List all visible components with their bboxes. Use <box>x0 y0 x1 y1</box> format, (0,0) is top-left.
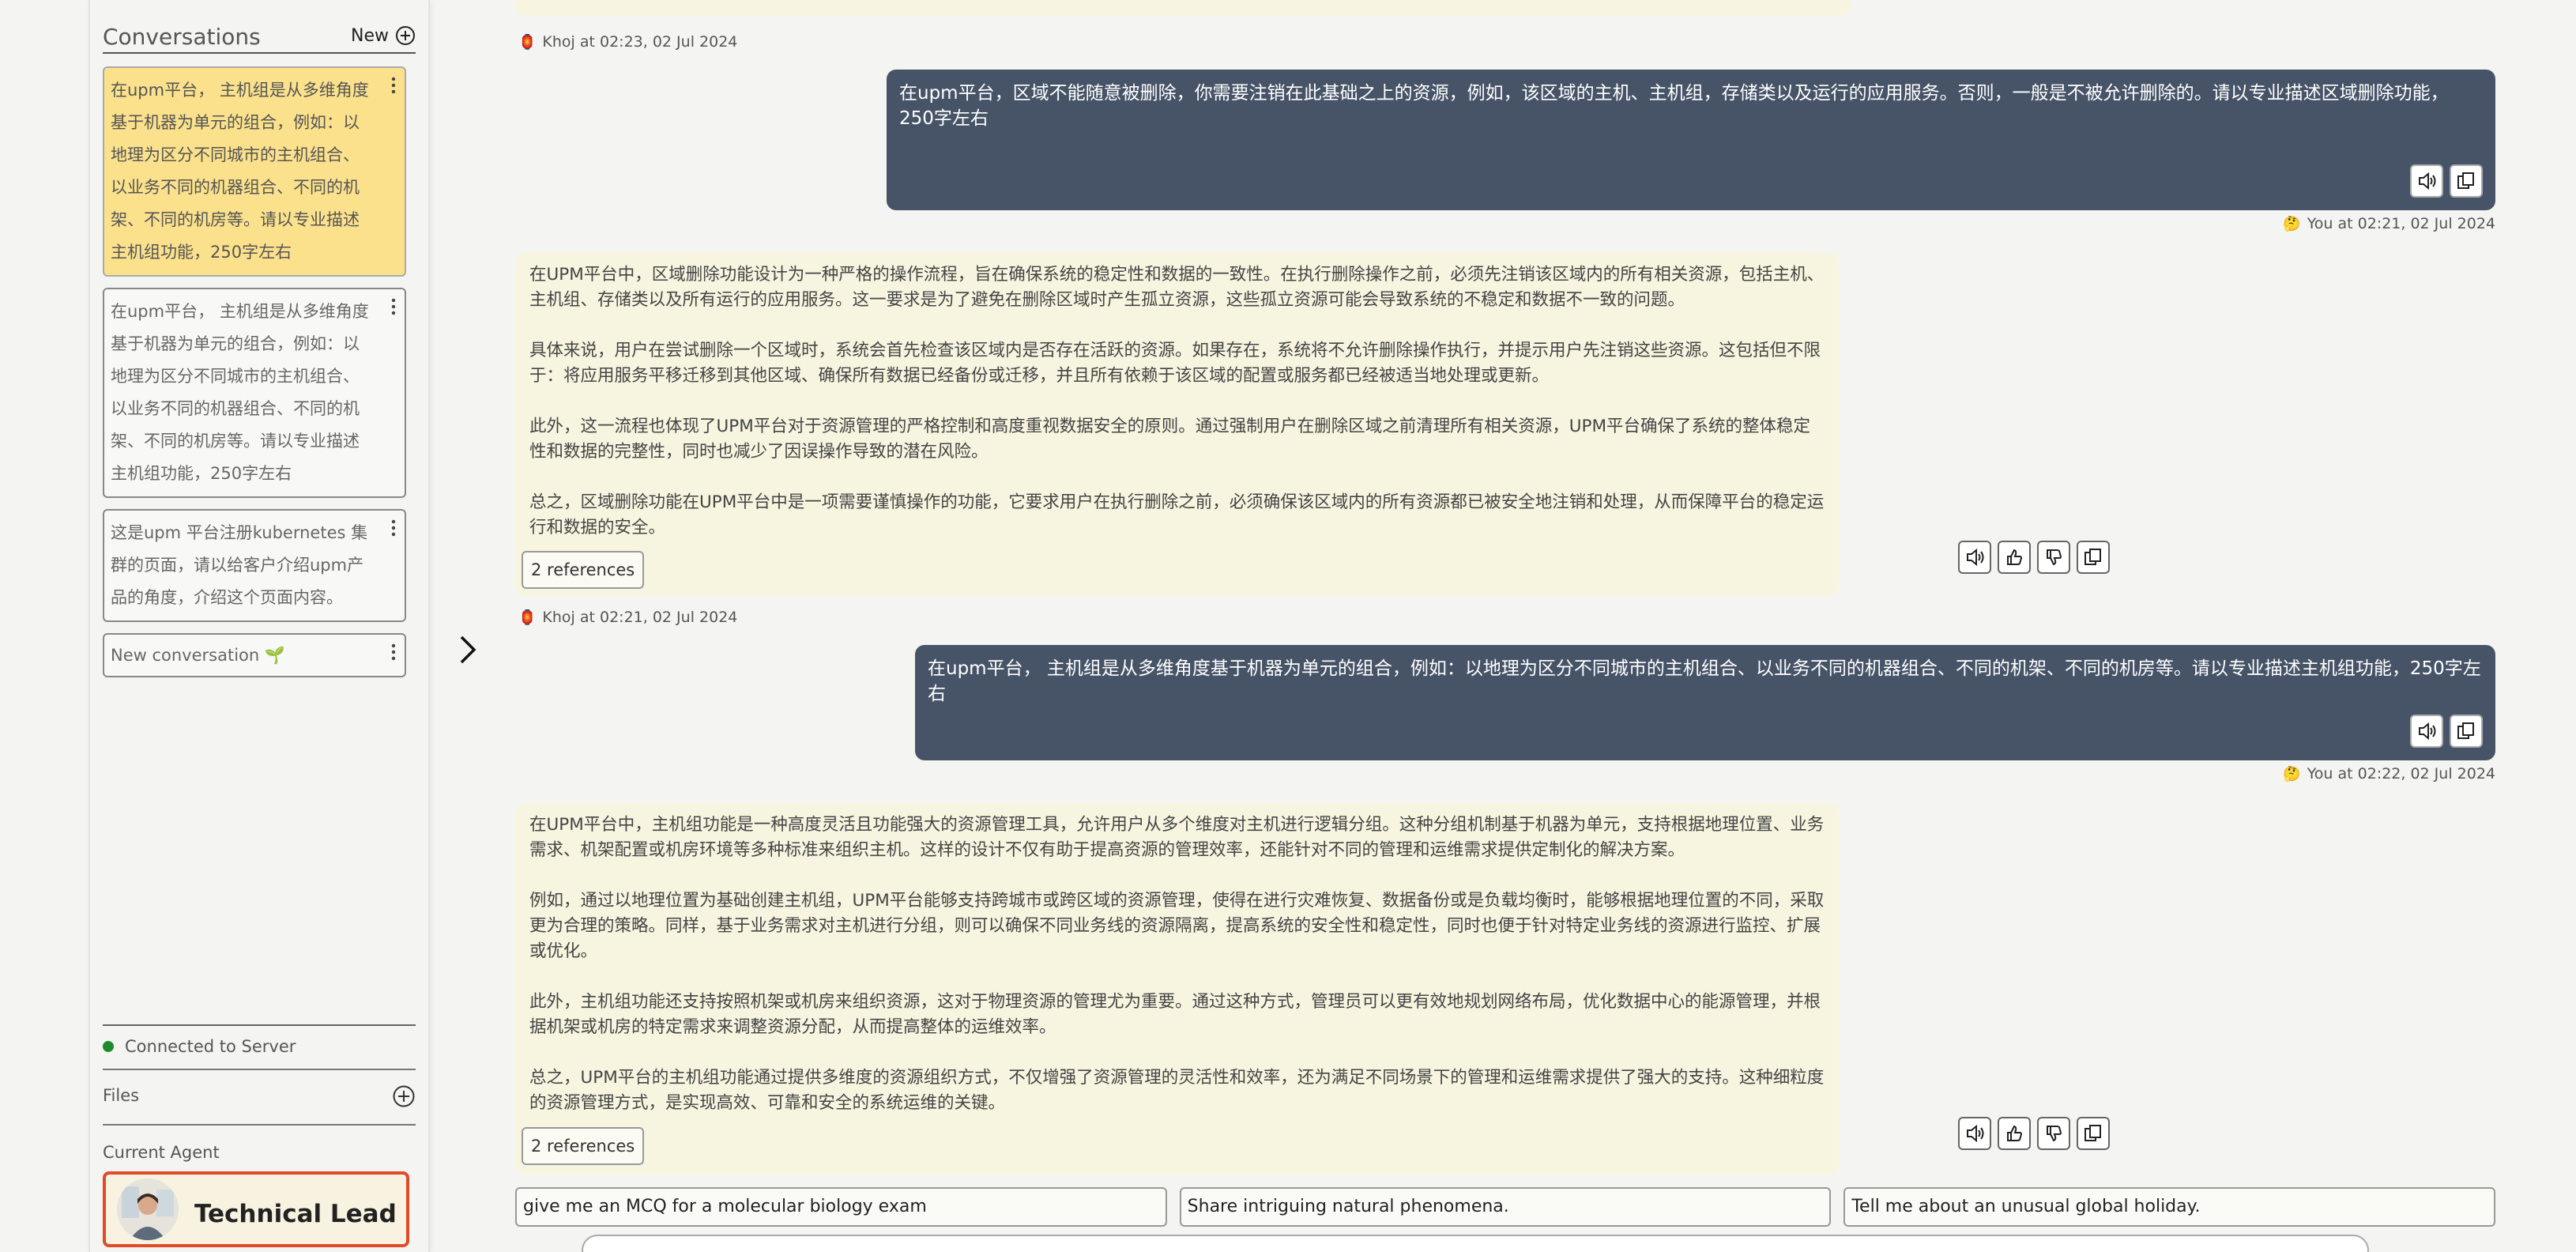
references-button[interactable]: 2 references <box>522 1127 645 1165</box>
bot-paragraph: 总之，区域删除功能在UPM平台中是一项需要谨慎操作的功能，它要求用户在执行删除之… <box>529 492 1825 537</box>
speaker-icon[interactable] <box>2410 715 2443 748</box>
message-meta-text: You at 02:21, 02 Jul 2024 <box>2307 215 2495 232</box>
more-options-icon[interactable] <box>390 643 397 662</box>
bot-message: 在UPM平台中，区域删除功能设计为一种严格的操作流程，旨在确保系统的稳定性和数据… <box>515 253 1840 596</box>
bot-paragraph: 此外，主机组功能还支持按照机架或机房来组织资源，这对于物理资源的管理尤为重要。通… <box>529 992 1821 1037</box>
expand-panel-chevron-icon[interactable] <box>458 635 477 664</box>
current-agent-card[interactable]: Technical Lead <box>103 1171 409 1247</box>
conversation-list: 在upm平台， 主机组是从多维角度基于机器为单元的组合，例如：以地理为区分不同城… <box>103 66 419 688</box>
message-actions <box>2410 715 2483 748</box>
new-conversation-label: New <box>351 25 389 46</box>
message-meta: 🤔 You at 02:21, 02 Jul 2024 <box>2283 215 2495 232</box>
files-section: Files <box>103 1069 416 1126</box>
files-label: Files <box>103 1086 140 1105</box>
speaker-icon[interactable] <box>1958 541 1991 574</box>
khoj-lantern-icon: 🏮 <box>518 33 537 51</box>
message-meta: 🤔 You at 02:22, 02 Jul 2024 <box>2283 765 2495 782</box>
current-agent-label: Current Agent <box>103 1143 220 1162</box>
user-message-text: 在upm平台， 主机组是从多维角度基于机器为单元的组合，例如：以地理为区分不同城… <box>928 658 2481 704</box>
message-meta-text: You at 02:22, 02 Jul 2024 <box>2307 765 2495 782</box>
agent-name: Technical Lead <box>194 1200 397 1228</box>
user-message: 在upm平台， 主机组是从多维角度基于机器为单元的组合，例如：以地理为区分不同城… <box>915 645 2495 760</box>
more-options-icon[interactable] <box>390 297 397 316</box>
conversation-title: 在upm平台， 主机组是从多维角度基于机器为单元的组合，例如：以地理为区分不同城… <box>111 81 369 262</box>
message-actions <box>1958 541 2110 574</box>
user-message-text: 在upm平台，区域不能随意被删除，你需要注销在此基础之上的资源，例如，该区域的主… <box>899 83 2449 129</box>
more-options-icon[interactable] <box>390 519 397 537</box>
bot-paragraph: 在UPM平台中，主机组功能是一种高度灵活且功能强大的资源管理工具，允许用户从多个… <box>529 815 1825 860</box>
copy-icon[interactable] <box>2077 541 2110 574</box>
thumbs-up-icon[interactable] <box>1998 1117 2031 1150</box>
previous-bot-bubble <box>515 0 1851 16</box>
bot-paragraph: 在UPM平台中，区域删除功能设计为一种严格的操作流程，旨在确保系统的稳定性和数据… <box>529 265 1825 310</box>
chat-input[interactable] <box>582 1235 2369 1252</box>
message-meta: 🏮 Khoj at 02:23, 02 Jul 2024 <box>518 33 737 51</box>
bot-paragraph: 具体来说，用户在尝试删除一个区域时，系统会首先检查该区域内是否存在活跃的资源。如… <box>529 341 1821 386</box>
suggestion-button[interactable]: give me an MCQ for a molecular biology e… <box>515 1187 1167 1227</box>
conversation-item[interactable]: 在upm平台， 主机组是从多维角度基于机器为单元的组合，例如：以地理为区分不同城… <box>103 288 406 498</box>
bot-paragraph: 例如，通过以地理位置为基础创建主机组，UPM平台能够支持跨城市或跨区域的资源管理… <box>529 891 1825 961</box>
suggestion-button[interactable]: Share intriguing natural phenomena. <box>1179 1187 1832 1227</box>
thinking-face-icon: 🤔 <box>2283 215 2301 232</box>
message-actions <box>2410 164 2483 198</box>
bot-paragraph: 总之，UPM平台的主机组功能通过提供多维度的资源组织方式，不仅增强了资源管理的灵… <box>529 1068 1825 1113</box>
conversations-header: Conversations New <box>103 22 416 54</box>
conversations-title: Conversations <box>103 24 261 50</box>
message-actions <box>1958 1117 2110 1150</box>
references-button[interactable]: 2 references <box>522 551 645 589</box>
speaker-icon[interactable] <box>2410 164 2443 198</box>
message-meta-text: Khoj at 02:23, 02 Jul 2024 <box>542 33 738 51</box>
conversation-item[interactable]: New conversation 🌱 <box>103 633 406 677</box>
thumbs-down-icon[interactable] <box>2037 541 2070 574</box>
suggestion-list: give me an MCQ for a molecular biology e… <box>515 1187 2496 1227</box>
copy-icon[interactable] <box>2450 715 2483 748</box>
speaker-icon[interactable] <box>1958 1117 1991 1150</box>
thinking-face-icon: 🤔 <box>2283 765 2301 782</box>
bot-paragraph: 此外，这一流程也体现了UPM平台对于资源管理的严格控制和高度重视数据安全的原则。… <box>529 417 1811 462</box>
suggestion-button[interactable]: Tell me about an unusual global holiday. <box>1843 1187 2496 1227</box>
message-meta-text: Khoj at 02:21, 02 Jul 2024 <box>542 609 738 626</box>
chat-area: 🏮 Khoj at 02:23, 02 Jul 2024 在upm平台，区域不能… <box>506 0 2529 1252</box>
connection-status-label: Connected to Server <box>125 1037 296 1056</box>
conversation-title: 在upm平台， 主机组是从多维角度基于机器为单元的组合，例如：以地理为区分不同城… <box>111 302 369 483</box>
sidebar: Conversations New 在upm平台， 主机组是从多维角度基于机器为… <box>89 0 430 1252</box>
plus-circle-icon <box>395 25 416 46</box>
copy-icon[interactable] <box>2450 164 2483 198</box>
conversation-title: 这是upm 平台注册kubernetes 集群的页面，请以给客户介绍upm产品的… <box>111 523 368 607</box>
agent-avatar <box>117 1178 179 1240</box>
conversation-item[interactable]: 这是upm 平台注册kubernetes 集群的页面，请以给客户介绍upm产品的… <box>103 509 406 622</box>
bot-message: 在UPM平台中，主机组功能是一种高度灵活且功能强大的资源管理工具，允许用户从多个… <box>515 803 1840 1175</box>
message-meta: 🏮 Khoj at 02:21, 02 Jul 2024 <box>518 609 737 626</box>
thumbs-down-icon[interactable] <box>2037 1117 2070 1150</box>
new-conversation-button[interactable]: New <box>351 25 416 46</box>
more-options-icon[interactable] <box>390 76 397 95</box>
divider <box>103 1024 416 1026</box>
connection-status: Connected to Server <box>103 1037 296 1056</box>
status-dot-icon <box>103 1041 114 1052</box>
thumbs-up-icon[interactable] <box>1998 541 2031 574</box>
khoj-lantern-icon: 🏮 <box>518 609 537 626</box>
conversation-title: New conversation 🌱 <box>111 646 286 665</box>
add-file-icon[interactable] <box>392 1084 416 1108</box>
user-message: 在upm平台，区域不能随意被删除，你需要注销在此基础之上的资源，例如，该区域的主… <box>887 70 2495 210</box>
conversation-item[interactable]: 在upm平台， 主机组是从多维角度基于机器为单元的组合，例如：以地理为区分不同城… <box>103 66 406 277</box>
copy-icon[interactable] <box>2077 1117 2110 1150</box>
